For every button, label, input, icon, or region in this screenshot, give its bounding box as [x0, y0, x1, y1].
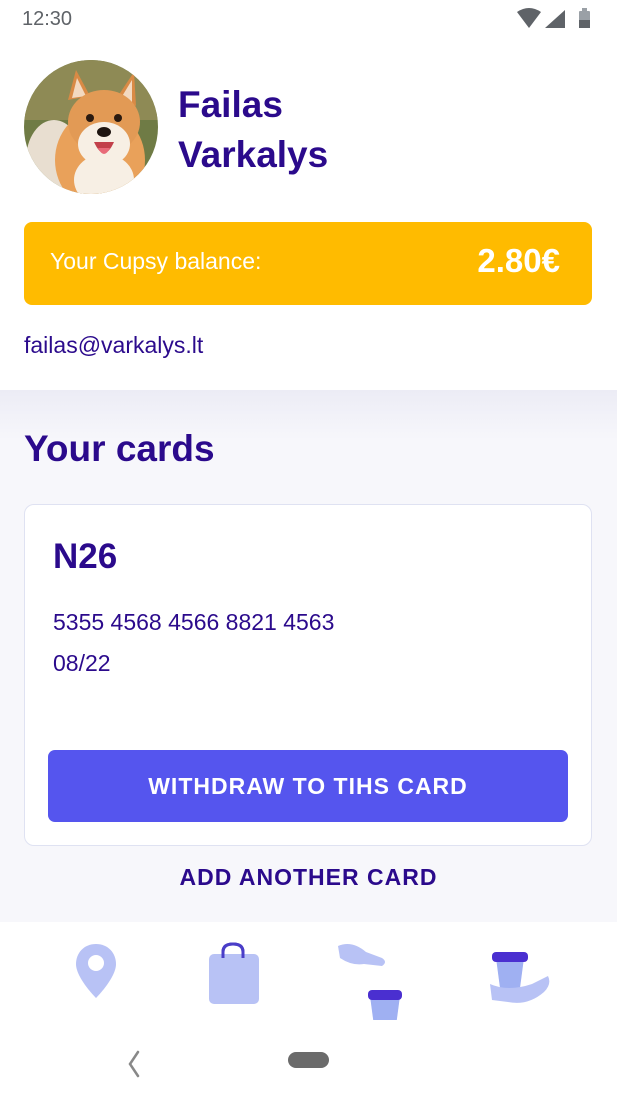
- shopping-bag-icon: [209, 942, 259, 1004]
- last-name: Varkalys: [178, 134, 329, 175]
- balance-label: Your Cupsy balance:: [50, 248, 262, 274]
- first-name: Failas: [178, 84, 283, 125]
- nav-shop[interactable]: [207, 940, 287, 1020]
- user-name: Failas Varkalys: [178, 80, 578, 180]
- hand-giving-cup-icon: [338, 944, 402, 1020]
- card-bank-name: N26: [53, 537, 118, 576]
- nav-map[interactable]: [76, 940, 156, 1020]
- back-chevron-icon[interactable]: [120, 1044, 148, 1084]
- home-pill-button[interactable]: [288, 1052, 329, 1068]
- add-another-card-button[interactable]: ADD ANOTHER CARD: [0, 864, 617, 891]
- avatar[interactable]: [24, 60, 158, 194]
- cards-section-title: Your cards: [24, 428, 215, 469]
- payment-card[interactable]: N26 5355 4568 4566 8821 4563 08/22 WITHD…: [24, 504, 592, 846]
- card-number: 5355 4568 4566 8821 4563: [53, 609, 335, 635]
- nav-receive[interactable]: [488, 940, 568, 1020]
- bottom-navigation: [0, 922, 617, 1032]
- wifi-icon: [517, 8, 541, 28]
- status-bar: 12:30: [0, 0, 617, 40]
- hand-holding-cup-icon: [490, 952, 550, 1003]
- signal-icon: [545, 10, 565, 28]
- balance-banner[interactable]: Your Cupsy balance: 2.80€: [24, 222, 592, 305]
- status-icons: [517, 8, 590, 28]
- profile-header: Failas Varkalys Your Cupsy balance: 2.80…: [0, 40, 617, 390]
- dog-avatar-image: [24, 60, 158, 194]
- location-pin-icon: [76, 944, 116, 998]
- user-email: failas@varkalys.lt: [24, 332, 204, 358]
- card-expiry: 08/22: [53, 650, 111, 676]
- withdraw-button[interactable]: WITHDRAW TO TIHS CARD: [48, 750, 568, 822]
- balance-value: 2.80€: [477, 242, 560, 279]
- status-time: 12:30: [22, 8, 73, 30]
- nav-give[interactable]: [338, 940, 418, 1020]
- system-navigation-bar: [0, 1032, 617, 1097]
- battery-icon: [579, 8, 590, 28]
- profile-screen: 12:30 Failas Varkalys Your Cupsy balance…: [0, 0, 617, 1097]
